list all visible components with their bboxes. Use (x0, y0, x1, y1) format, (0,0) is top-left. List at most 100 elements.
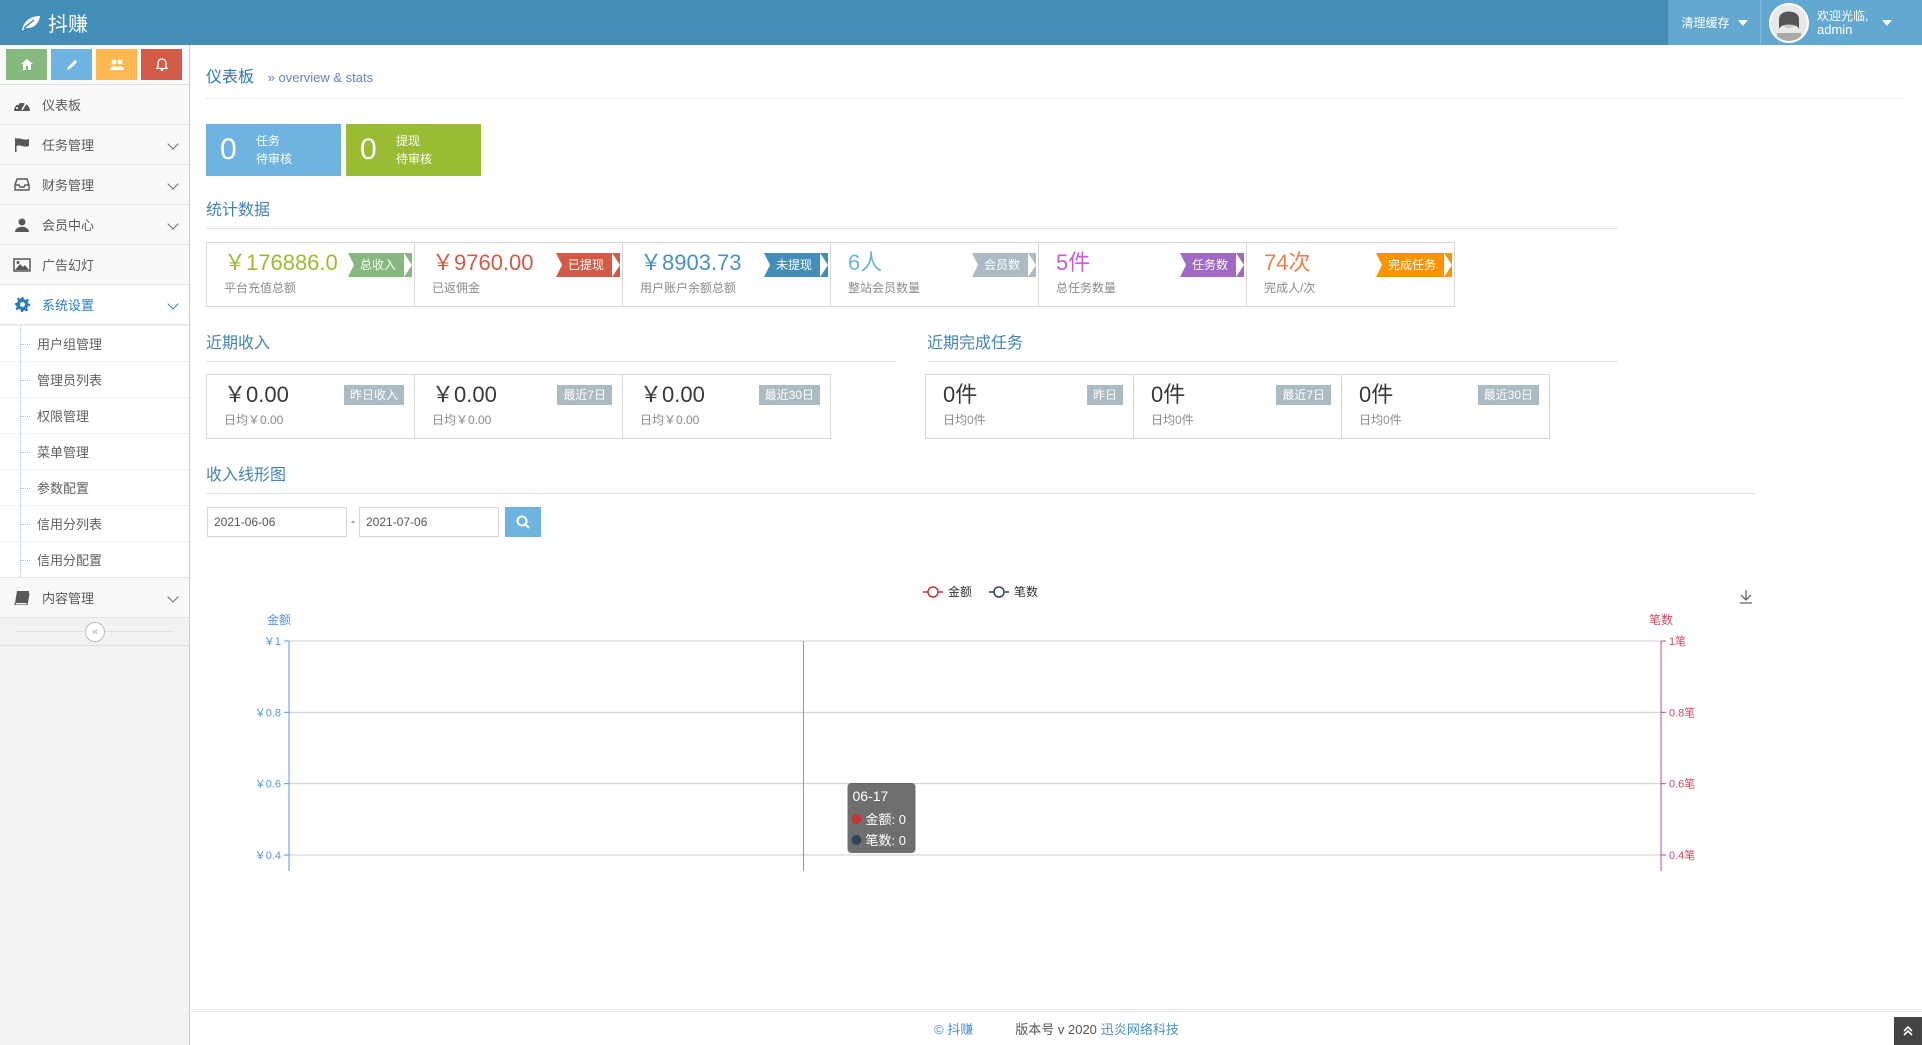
y-tick-label: ￥1 (264, 636, 281, 648)
tasks-section-title: 近期完成任务 (927, 329, 1618, 362)
pending-tasks-status: 待审核 (256, 152, 293, 166)
home-icon (20, 59, 33, 70)
footer-copyright[interactable]: © 抖赚 (934, 1019, 973, 1038)
pending-withdraw-box[interactable]: 0 提现 待审核 (346, 124, 481, 176)
user-menu[interactable]: 欢迎光临, admin (1760, 0, 1922, 45)
leaf-icon (22, 15, 40, 31)
download-icon (1740, 590, 1752, 604)
income-section-title: 近期收入 (206, 329, 896, 362)
sidebar-item-settings[interactable]: 系统设置 (0, 285, 189, 325)
tasks-badge: 最近30日 (1477, 385, 1539, 405)
stat-badge: 总收入 (347, 253, 413, 277)
shortcut-bar (0, 45, 189, 85)
tachometer-icon (14, 100, 30, 111)
tasks-average: 日均0件 (1359, 413, 1402, 427)
shortcut-home-button[interactable] (6, 49, 47, 80)
tasks-badge: 最近7日 (1276, 385, 1331, 405)
stat-badge: 未提现 (763, 253, 829, 277)
stat-label: 平台充值总额 (224, 281, 297, 295)
sidebar-item-label: 系统设置 (42, 298, 95, 313)
end-date-input[interactable]: 2021-07-06 (359, 507, 499, 537)
clear-cache-button[interactable]: 清理缓存 (1668, 0, 1760, 45)
date-separator: - (351, 514, 355, 528)
stat-badge: 完成任务 (1375, 253, 1453, 277)
shortcut-edit-button[interactable] (51, 49, 92, 80)
stat-withdrawn: ￥9760.00 已返佣金 已提现 (414, 242, 623, 307)
income-average: 日均￥0.00 (432, 413, 492, 427)
income-badge: 昨日收入 (343, 385, 404, 405)
stat-label: 总任务数量 (1056, 281, 1117, 295)
submenu-item-params[interactable]: 参数配置 (0, 469, 189, 505)
submenu-item-admin-list[interactable]: 管理员列表 (0, 361, 189, 397)
submenu-item-permissions[interactable]: 权限管理 (0, 397, 189, 433)
footer-company[interactable]: 迅炎网络科技 (1101, 1019, 1179, 1038)
chart-section-title: 收入线形图 (206, 461, 1756, 494)
shortcut-users-button[interactable] (96, 49, 137, 80)
shortcut-alerts-button[interactable] (141, 49, 182, 80)
pencil-icon (66, 59, 77, 70)
scroll-top-button[interactable] (1894, 1017, 1922, 1045)
chart-canvas: 金额 笔数金额 笔数￥1 1笔￥0.8 0.8笔￥0.6 0.6笔￥0.4 0.4笔06-1… (255, 584, 1752, 871)
submenu-item-credit-config[interactable]: 信用分配置 (0, 541, 189, 577)
stat-badge: 任务数 (1179, 253, 1245, 277)
sidebar-item-ads[interactable]: 广告幻灯 (0, 245, 189, 285)
page-header: 仪表板 » overview & stats (206, 63, 1906, 99)
footer-version: 版本号 v 2020 (1015, 1022, 1097, 1037)
tasks-average: 日均0件 (943, 413, 986, 427)
stat-tasks: 5件 总任务数量 任务数 (1038, 242, 1247, 307)
tooltip-count: 笔数: 0 (866, 833, 906, 848)
sidebar-item-label: 仪表板 (42, 98, 82, 113)
legend-label: 金额 (948, 584, 972, 599)
start-date-input[interactable]: 2021-06-06 (207, 507, 347, 537)
welcome-text: 欢迎光临, (1817, 8, 1869, 23)
pending-withdraw-label: 提现 (396, 134, 421, 148)
y-tick-label: ￥0.6 (255, 779, 281, 791)
footer: © 抖赚 版本号 v 2020 迅炎网络科技 (191, 1009, 1922, 1045)
income-yesterday: ￥0.00 日均￥0.00 昨日收入 (206, 374, 415, 439)
stat-label: 整站会员数量 (848, 281, 921, 295)
users-icon (109, 59, 124, 70)
legend-marker (993, 586, 1005, 598)
stat-completed: 74次 完成人/次 完成任务 (1246, 242, 1455, 307)
income-30days: ￥0.00 日均￥0.00 最近30日 (622, 374, 831, 439)
sidebar-item-finance[interactable]: 财务管理 (0, 165, 189, 205)
tasks-yesterday: 0件 日均0件 昨日 (925, 374, 1134, 439)
pending-withdraw-count: 0 (360, 133, 377, 166)
tooltip-marker-amount (851, 814, 862, 824)
income-average: 日均￥0.00 (224, 413, 284, 427)
sidebar-item-label: 会员中心 (42, 218, 95, 233)
bell-icon (155, 58, 168, 71)
sidebar-item-members[interactable]: 会员中心 (0, 205, 189, 245)
main-content: 仪表板 » overview & stats 0 任务 待审核 0 提现 待审核 统… (191, 45, 1922, 1045)
y2-tick-label: 0.4笔 (1669, 848, 1695, 862)
tooltip-amount: 金额: 0 (866, 812, 906, 827)
inbox-icon (14, 178, 30, 191)
double-chevron-left-icon[interactable]: « (85, 622, 105, 642)
navbar: 抖赚 清理缓存 欢迎光临, admin (0, 0, 1922, 45)
sidebar-item-content[interactable]: 内容管理 (0, 578, 189, 618)
stat-label: 完成人/次 (1264, 281, 1316, 295)
income-line-chart: 金额 笔数 金额 笔数 ￥1 1笔 ￥0.8 0.8笔 ￥0.6 0.6笔 ￥0.4 0.4笔 06-1… (191, 535, 1922, 895)
pending-tasks-count: 0 (220, 133, 237, 166)
stat-label: 用户账户余额总额 (640, 281, 737, 295)
username: admin (1817, 21, 1853, 37)
search-button[interactable] (505, 507, 541, 537)
brand[interactable]: 抖赚 (20, 0, 88, 45)
pending-tasks-box[interactable]: 0 任务待审核 (206, 124, 341, 176)
submenu-item-credit-list[interactable]: 信用分列表 (0, 505, 189, 541)
income-7days: ￥0.00 日均￥0.00 最近7日 (414, 374, 623, 439)
sidebar-item-label: 广告幻灯 (42, 258, 95, 273)
income-row: ￥0.00 日均￥0.00 昨日收入 ￥0.00 日均￥0.00 最近7日 ￥0… (206, 374, 831, 439)
sidebar-item-tasks[interactable]: 任务管理 (0, 125, 189, 165)
legend-marker (927, 586, 939, 598)
sidebar: 仪表板 任务管理 财务管理 会员中心 广告幻灯 系统设置 用户组管理 管理员列表… (0, 45, 190, 1045)
chevron-down-icon (167, 298, 179, 310)
chevron-down-icon (167, 178, 179, 190)
sidebar-item-dashboard[interactable]: 仪表板 (0, 85, 189, 125)
tooltip-date: 06-17 (853, 788, 889, 804)
submenu-item-user-groups[interactable]: 用户组管理 (0, 325, 189, 361)
pending-tasks-label: 任务 (256, 134, 281, 148)
sidebar-item-label: 任务管理 (42, 138, 95, 153)
submenu-item-menus[interactable]: 菜单管理 (0, 433, 189, 469)
brand-title: 抖赚 (48, 14, 88, 36)
